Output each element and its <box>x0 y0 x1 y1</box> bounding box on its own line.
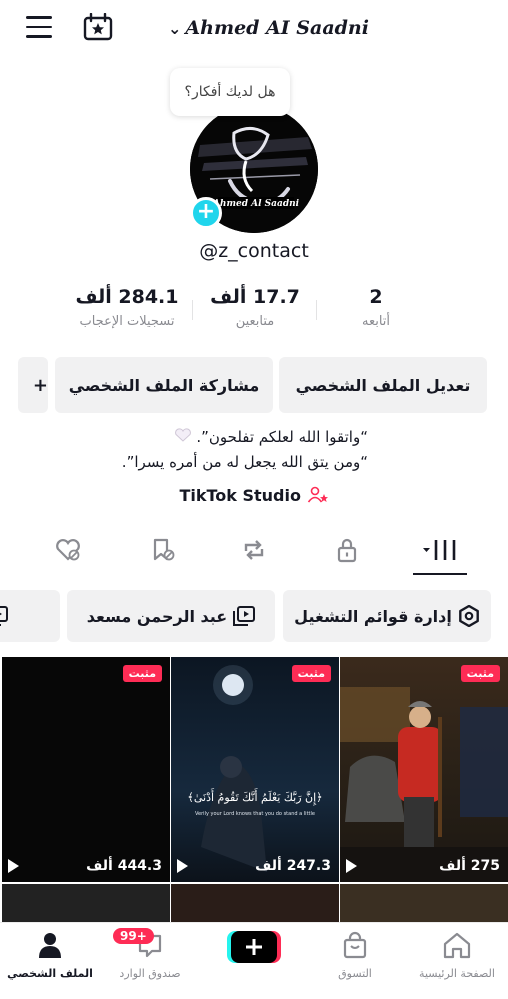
view-count: 275 ألف <box>346 858 500 874</box>
video-thumbnail[interactable]: مثبت 275 ألف <box>340 657 508 882</box>
active-tab-indicator <box>413 573 467 575</box>
edit-profile-button[interactable]: تعديل الملف الشخصي <box>279 357 487 413</box>
thought-bubble[interactable]: هل لديك أفكار؟ <box>170 68 290 116</box>
playlist-chip-partial[interactable] <box>0 590 60 642</box>
home-icon <box>443 932 471 959</box>
video-thumbnail-partial[interactable] <box>171 884 339 924</box>
view-count-text: 444.3 ألف <box>86 858 162 874</box>
nav-home-label: الصفحة الرئيسية <box>419 967 495 980</box>
nav-profile-label: الملف الشخصي <box>7 967 93 980</box>
nav-shop-label: التسوق <box>338 967 372 980</box>
following-label: أتابعه <box>361 314 391 329</box>
avatar-signature: Ahmed Al Saadni <box>212 199 300 209</box>
pinned-badge: مثبت <box>291 665 331 682</box>
playlist-chip[interactable]: عبد الرحمن مسعد <box>67 590 275 642</box>
following-stat[interactable]: 2 أتابعه <box>301 286 451 329</box>
nav-home[interactable]: الصفحة الرئيسية <box>407 931 507 980</box>
hamburger-icon[interactable] <box>26 16 52 38</box>
video-thumbnail[interactable]: ﴿إِنَّ رَبَّكَ يَعْلَمُ أَنَّكَ تَقُومُ … <box>171 657 339 882</box>
account-switcher[interactable]: ⌄ Ahmed AI Saadni <box>168 14 369 42</box>
playlist-icon <box>0 606 8 626</box>
play-icon <box>177 859 188 873</box>
thumbnail-image <box>340 657 508 882</box>
tab-private[interactable] <box>327 535 367 565</box>
video-thumbnail[interactable]: مثبت 444.3 ألف <box>2 657 170 882</box>
heart-slash-icon <box>56 539 80 561</box>
video-overlay-text: ﴿إِنَّ رَبَّكَ يَعْلَمُ أَنَّكَ تَقُومُ … <box>187 791 323 804</box>
video-grid-icon <box>423 540 456 560</box>
tab-liked-private[interactable] <box>48 535 88 565</box>
calendar-star-icon[interactable] <box>83 13 113 41</box>
tiktok-studio-link[interactable]: TikTok Studio <box>0 486 508 505</box>
tab-saved-private[interactable] <box>142 535 182 565</box>
pinned-badge: مثبت <box>122 665 162 682</box>
play-icon <box>346 859 357 873</box>
tab-videos[interactable] <box>420 535 460 565</box>
view-count: 247.3 ألف <box>177 858 331 874</box>
studio-label: TikTok Studio <box>179 486 301 505</box>
repost-icon <box>244 540 264 560</box>
tab-reposts[interactable] <box>234 535 274 565</box>
manage-playlists-label: إدارة قوائم التشغيل <box>294 606 452 626</box>
nav-profile[interactable]: الملف الشخصي <box>0 931 100 980</box>
create-button[interactable] <box>227 929 281 965</box>
top-bar: ⌄ Ahmed AI Saadni <box>0 0 508 56</box>
bio-text-1: “واتقوا الله لعلكم تفلحون”. <box>196 428 368 446</box>
video-thumbnail-partial[interactable] <box>2 884 170 924</box>
studio-person-icon <box>307 486 328 503</box>
shopping-bag-icon <box>343 931 367 959</box>
heart-emoji-icon <box>174 428 191 442</box>
gear-icon <box>458 605 479 627</box>
share-profile-button[interactable]: مشاركة الملف الشخصي <box>55 357 273 413</box>
add-friend-icon: + <box>32 374 48 396</box>
account-name: Ahmed AI Saadni <box>185 17 369 39</box>
following-count: 2 <box>369 286 383 308</box>
add-story-button[interactable]: + <box>190 197 222 229</box>
playlist-label: عبد الرحمن مسعد <box>86 606 228 626</box>
add-friend-button[interactable]: + <box>18 357 48 413</box>
bio-line-2: “ومن يتق الله يجعل له من أمره يسرا”. <box>121 453 368 471</box>
thumbnail-image <box>171 657 339 882</box>
bio-line-1: “واتقوا الله لعلكم تفلحون”. <box>8 428 368 446</box>
video-caption-text: Verily your Lord knows that you do stand… <box>195 811 315 817</box>
view-count-text: 247.3 ألف <box>255 858 331 874</box>
play-icon <box>8 859 19 873</box>
nav-inbox-label: صندوق الوارد <box>119 967 181 980</box>
playlist-icon <box>233 606 256 626</box>
thumbnail-image <box>2 657 170 882</box>
manage-playlists-button[interactable]: إدارة قوائم التشغيل <box>283 590 491 642</box>
profile-icon <box>39 933 61 958</box>
video-thumbnail-partial[interactable] <box>340 884 508 924</box>
lock-icon <box>337 538 357 563</box>
profile-handle: @z_contact <box>199 240 309 262</box>
view-count: 444.3 ألف <box>8 858 162 874</box>
chevron-down-icon: ⌄ <box>168 18 182 38</box>
view-count-text: 275 ألف <box>439 858 500 874</box>
inbox-badge: 99+ <box>113 928 154 944</box>
pinned-badge: مثبت <box>460 665 500 682</box>
bookmark-slash-icon <box>153 538 175 561</box>
nav-shop[interactable]: التسوق <box>305 931 405 980</box>
